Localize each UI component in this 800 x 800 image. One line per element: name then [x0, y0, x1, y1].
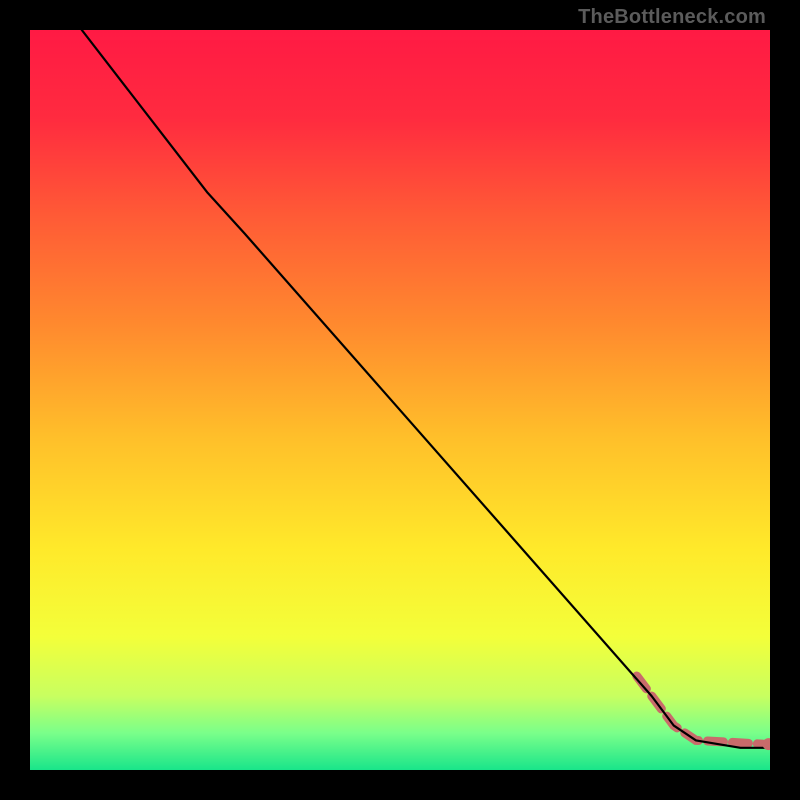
plot-area — [30, 30, 770, 770]
attribution-label: TheBottleneck.com — [578, 6, 766, 29]
heat-gradient-background — [30, 30, 770, 770]
chart-svg — [30, 30, 770, 770]
chart-frame: TheBottleneck.com — [0, 0, 800, 800]
